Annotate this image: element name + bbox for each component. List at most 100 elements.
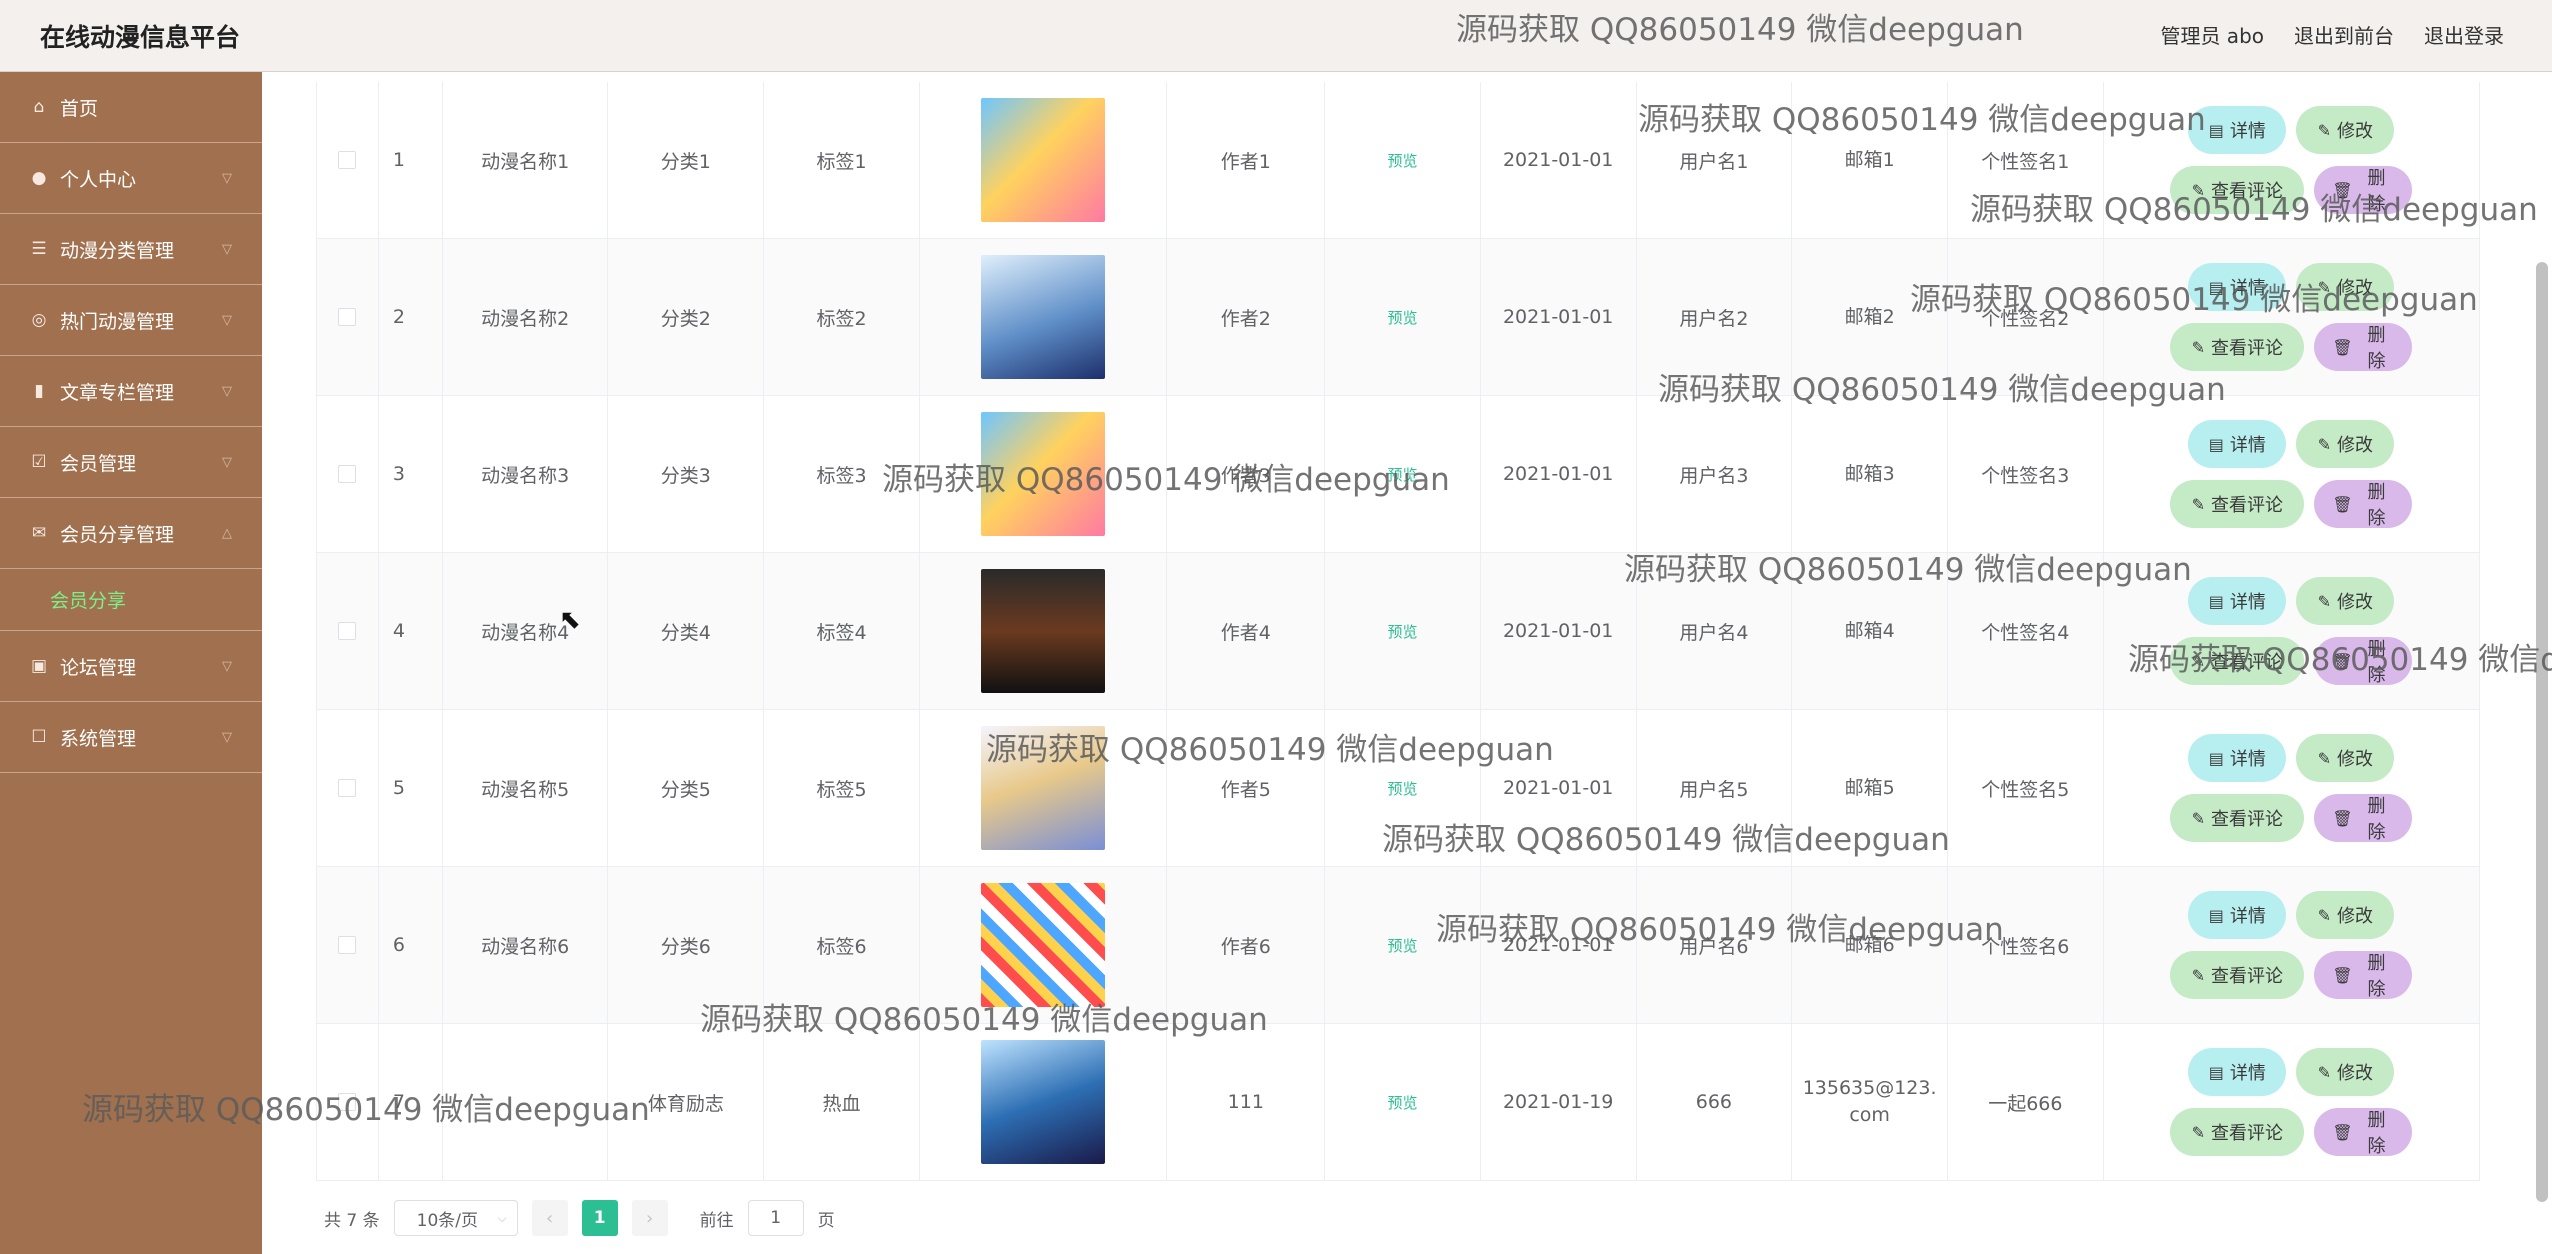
cover-thumbnail[interactable] bbox=[981, 255, 1106, 379]
row-checkbox[interactable] bbox=[338, 308, 357, 326]
sidebar-item-label: 会员分享管理 bbox=[60, 523, 175, 546]
view-comments-button[interactable]: ✎ 查看评论 bbox=[2170, 166, 2305, 214]
edit-button[interactable]: ✎ 修改 bbox=[2296, 106, 2395, 154]
vertical-scrollbar[interactable] bbox=[2536, 262, 2548, 1202]
table-row: 4 动漫名称4 分类4 标签4 作者4 预览 2021-01-01 用户名4 邮箱4 个性签名4 ▤… bbox=[317, 553, 2479, 710]
view-comments-button[interactable]: ✎ 查看评论 bbox=[2170, 480, 2305, 528]
delete-button[interactable]: 🗑 删除 bbox=[2314, 637, 2413, 686]
delete-button[interactable]: 🗑 删除 bbox=[2314, 1108, 2413, 1157]
pencil-icon: ✎ bbox=[2317, 591, 2332, 611]
row-checkbox[interactable] bbox=[338, 151, 357, 169]
sidebar-item-member-management[interactable]: ☑ 会员管理 ▽ bbox=[0, 427, 262, 498]
trash-icon: 🗑 bbox=[2332, 965, 2353, 985]
tag-cell: 标签1 bbox=[764, 82, 920, 238]
detail-button[interactable]: ▤ 详情 bbox=[2188, 420, 2287, 468]
category-cell: 分类5 bbox=[608, 710, 765, 866]
row-checkbox[interactable] bbox=[338, 465, 357, 483]
edit-button[interactable]: ✎ 修改 bbox=[2296, 1048, 2395, 1096]
sidebar-item-personal-center[interactable]: ● 个人中心 ▽ bbox=[0, 143, 262, 214]
chevron-down-icon: ▽ bbox=[222, 455, 232, 470]
sidebar-item-forum-management[interactable]: ▣ 论坛管理 ▽ bbox=[0, 631, 262, 702]
delete-button[interactable]: 🗑 删除 bbox=[2314, 480, 2413, 529]
preview-link[interactable]: 预览 bbox=[1387, 935, 1417, 956]
row-select-cell bbox=[317, 553, 379, 709]
view-comments-button[interactable]: ✎ 查看评论 bbox=[2170, 1108, 2305, 1156]
goto-page-input[interactable]: 1 bbox=[747, 1200, 804, 1236]
back-to-front-link[interactable]: 退出到前台 bbox=[2294, 20, 2394, 49]
delete-button[interactable]: 🗑 删除 bbox=[2314, 166, 2413, 215]
cover-thumbnail[interactable] bbox=[981, 726, 1106, 850]
anime-name-cell: 动漫名称3 bbox=[443, 396, 609, 552]
sidebar-item-member-share-management[interactable]: ✉ 会员分享管理 △ bbox=[0, 498, 262, 569]
anime-name-cell: 动漫名称5 bbox=[443, 710, 609, 866]
sidebar-item-label: 系统管理 bbox=[60, 727, 137, 750]
edit-button[interactable]: ✎ 修改 bbox=[2296, 420, 2395, 468]
chevron-down-icon: ⌵ bbox=[497, 1210, 507, 1225]
cover-thumbnail[interactable] bbox=[981, 98, 1106, 222]
sidebar-subitem-member-share[interactable]: 会员分享 bbox=[0, 569, 262, 631]
row-checkbox[interactable] bbox=[338, 622, 357, 640]
page-number-current[interactable]: 1 bbox=[581, 1200, 618, 1236]
author-cell: 作者3 bbox=[1167, 396, 1326, 552]
category-cell: 体育励志 bbox=[608, 1024, 765, 1180]
sidebar-item-category-management[interactable]: ☰ 动漫分类管理 ▽ bbox=[0, 214, 262, 285]
view-comments-button[interactable]: ✎ 查看评论 bbox=[2170, 323, 2305, 371]
detail-button[interactable]: ▤ 详情 bbox=[2188, 577, 2287, 625]
pencil-icon: ✎ bbox=[2191, 180, 2206, 200]
delete-button[interactable]: 🗑 删除 bbox=[2314, 951, 2413, 1000]
email-cell: 邮箱3 bbox=[1792, 396, 1948, 552]
next-page-button[interactable]: › bbox=[631, 1200, 668, 1236]
sidebar-item-home[interactable]: ⌂ 首页 bbox=[0, 72, 262, 143]
sidebar-item-system-management[interactable]: ☐ 系统管理 ▽ bbox=[0, 702, 262, 773]
cover-thumbnail[interactable] bbox=[981, 569, 1106, 693]
prev-page-button[interactable]: ‹ bbox=[531, 1200, 568, 1236]
edit-button[interactable]: ✎ 修改 bbox=[2296, 263, 2395, 311]
author-cell: 111 bbox=[1167, 1024, 1326, 1180]
row-checkbox[interactable] bbox=[338, 936, 357, 954]
view-comments-button[interactable]: ✎ 查看评论 bbox=[2170, 951, 2305, 999]
list-icon: ☰ bbox=[31, 239, 47, 259]
sidebar-item-label: 动漫分类管理 bbox=[60, 239, 175, 262]
cover-image-cell bbox=[920, 82, 1168, 238]
operations-cell: ▤ 详情 ✎ 修改 ✎ 查看评论 🗑 删除 bbox=[2104, 82, 2479, 238]
view-comments-button[interactable]: ✎ 查看评论 bbox=[2170, 637, 2305, 685]
preview-link[interactable]: 预览 bbox=[1387, 778, 1417, 799]
detail-button[interactable]: ▤ 详情 bbox=[2188, 263, 2287, 311]
page-size-value: 10条/页 bbox=[416, 1210, 478, 1231]
preview-link[interactable]: 预览 bbox=[1387, 464, 1417, 485]
sidebar-item-hot-anime-management[interactable]: ◎ 热门动漫管理 ▽ bbox=[0, 285, 262, 356]
cover-thumbnail[interactable] bbox=[981, 1040, 1106, 1164]
preview-cell: 预览 bbox=[1325, 82, 1481, 238]
page-size-select[interactable]: 10条/页 ⌵ bbox=[393, 1200, 518, 1236]
username-cell: 用户名2 bbox=[1637, 239, 1793, 395]
preview-link[interactable]: 预览 bbox=[1387, 150, 1417, 171]
edit-button[interactable]: ✎ 修改 bbox=[2296, 734, 2395, 782]
row-checkbox[interactable] bbox=[338, 1093, 357, 1111]
detail-button[interactable]: ▤ 详情 bbox=[2188, 1048, 2287, 1096]
preview-link[interactable]: 预览 bbox=[1387, 1092, 1417, 1113]
trash-icon: 🗑 bbox=[2332, 494, 2353, 514]
date-cell: 2021-01-01 bbox=[1481, 710, 1637, 866]
detail-button[interactable]: ▤ 详情 bbox=[2188, 734, 2287, 782]
cover-thumbnail[interactable] bbox=[981, 412, 1106, 536]
preview-link[interactable]: 预览 bbox=[1387, 621, 1417, 642]
logout-link[interactable]: 退出登录 bbox=[2424, 20, 2504, 49]
admin-user-label[interactable]: 管理员 abo bbox=[2160, 20, 2264, 49]
view-comments-button[interactable]: ✎ 查看评论 bbox=[2170, 794, 2305, 842]
sidebar-item-article-management[interactable]: ▮ 文章专栏管理 ▽ bbox=[0, 356, 262, 427]
username-cell: 用户名5 bbox=[1637, 710, 1793, 866]
edit-button[interactable]: ✎ 修改 bbox=[2296, 577, 2395, 625]
signature-cell: 个性签名2 bbox=[1948, 239, 2104, 395]
tag-cell: 标签2 bbox=[764, 239, 920, 395]
delete-button[interactable]: 🗑 删除 bbox=[2314, 794, 2413, 843]
edit-button[interactable]: ✎ 修改 bbox=[2296, 891, 2395, 939]
cover-thumbnail[interactable] bbox=[981, 883, 1106, 1007]
row-checkbox[interactable] bbox=[338, 779, 357, 797]
index-cell: 4 bbox=[379, 553, 443, 709]
detail-button[interactable]: ▤ 详情 bbox=[2188, 106, 2287, 154]
delete-button[interactable]: 🗑 删除 bbox=[2314, 323, 2413, 372]
detail-button[interactable]: ▤ 详情 bbox=[2188, 891, 2287, 939]
preview-link[interactable]: 预览 bbox=[1387, 307, 1417, 328]
operations-cell: ▤ 详情 ✎ 修改 ✎ 查看评论 🗑 删除 bbox=[2104, 396, 2479, 552]
author-cell: 作者4 bbox=[1167, 553, 1326, 709]
